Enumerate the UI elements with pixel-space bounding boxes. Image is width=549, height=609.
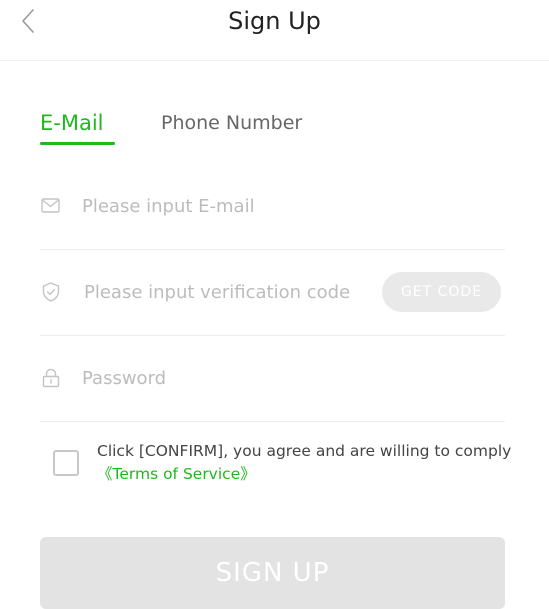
app-header: Sign Up: [0, 0, 549, 61]
get-code-button[interactable]: GET CODE: [382, 272, 501, 312]
sign-up-button[interactable]: SIGN UP: [40, 537, 505, 609]
page-title: Sign Up: [228, 7, 321, 35]
password-input[interactable]: [82, 361, 492, 395]
tab-email-label: E-Mail: [40, 111, 104, 135]
terms-of-service-link[interactable]: 《Terms of Service》: [97, 465, 256, 483]
tab-phone-number[interactable]: Phone Number: [161, 108, 302, 138]
terms-statement: Click [CONFIRM], you agree and are willi…: [97, 442, 512, 460]
lock-icon: [42, 368, 60, 388]
email-field-row: [40, 163, 505, 250]
active-tab-indicator: [40, 142, 115, 145]
verification-code-field-row: GET CODE: [40, 249, 505, 336]
terms-agreement: Click [CONFIRM], you agree and are willi…: [53, 440, 513, 496]
terms-checkbox[interactable]: [53, 450, 79, 476]
verification-code-input[interactable]: [84, 275, 384, 309]
password-field-row: [40, 335, 505, 422]
tab-email[interactable]: E-Mail: [40, 108, 115, 145]
terms-text: Click [CONFIRM], you agree and are willi…: [97, 440, 513, 486]
shield-check-icon: [42, 282, 60, 302]
tab-phone-label: Phone Number: [161, 112, 303, 134]
mail-icon: [41, 198, 60, 213]
email-input[interactable]: [82, 189, 492, 223]
